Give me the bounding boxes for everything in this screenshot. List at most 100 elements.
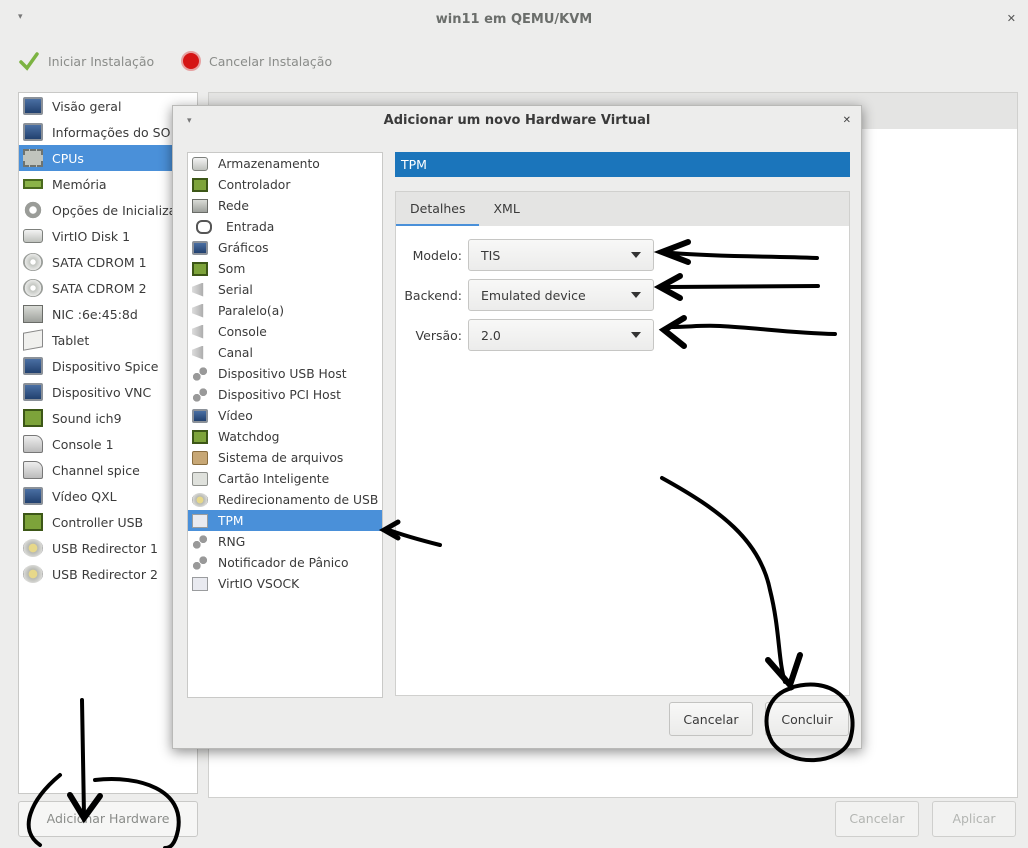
sidebar-item-cdrom-2[interactable]: SATA CDROM 2 (19, 275, 197, 301)
toolbar: Iniciar Instalação Cancelar Instalação (0, 40, 1028, 82)
serial-icon (192, 282, 204, 297)
watchdog-icon (192, 429, 208, 444)
usb-icon (23, 565, 43, 583)
sidebar-item-video-qxl[interactable]: Vídeo QXL (19, 483, 197, 509)
sidebar-item-nic[interactable]: NIC :6e:45:8d (19, 301, 197, 327)
hw-item-console[interactable]: Console (188, 321, 382, 342)
tablet-icon (23, 329, 43, 351)
hw-item-label: Gráficos (218, 240, 269, 255)
monitor-icon (23, 97, 43, 115)
sidebar-item-cpus[interactable]: CPUs (19, 145, 197, 171)
sidebar-item-label: Informações do SO (52, 124, 171, 140)
disk-icon (23, 229, 43, 243)
hw-item-smartcard[interactable]: Cartão Inteligente (188, 468, 382, 489)
dialog-title: Adicionar um novo Hardware Virtual (383, 113, 651, 128)
sidebar-item-label: CPUs (52, 150, 84, 166)
pci-icon (192, 387, 208, 402)
hw-item-input[interactable]: Entrada (188, 216, 382, 237)
mouse-icon (196, 219, 212, 234)
sidebar-item-memory[interactable]: Memória (19, 171, 197, 197)
sidebar-item-cdrom-1[interactable]: SATA CDROM 1 (19, 249, 197, 275)
window-close-icon[interactable]: ✕ (1007, 12, 1016, 25)
hw-item-label: RNG (218, 534, 246, 549)
hw-item-filesystem[interactable]: Sistema de arquivos (188, 447, 382, 468)
cancel-install-label: Cancelar Instalação (209, 53, 333, 69)
sidebar-item-usb-redirector-1[interactable]: USB Redirector 1 (19, 535, 197, 561)
apply-button[interactable]: Aplicar (932, 801, 1016, 837)
dialog-cancel-button[interactable]: Cancelar (669, 702, 753, 736)
dialog-close-icon[interactable]: ✕ (843, 106, 851, 136)
cdrom-icon (23, 253, 43, 271)
sidebar-item-label: Console 1 (52, 436, 114, 452)
start-install-label: Iniciar Instalação (48, 53, 155, 69)
hw-item-tpm[interactable]: TPM (188, 510, 382, 531)
hw-item-watchdog[interactable]: Watchdog (188, 426, 382, 447)
sidebar-item-console[interactable]: Console 1 (19, 431, 197, 457)
monitor-icon (23, 123, 43, 141)
hw-item-label: Cartão Inteligente (218, 471, 330, 486)
hw-item-sound[interactable]: Som (188, 258, 382, 279)
sidebar-item-overview[interactable]: Visão geral (19, 93, 197, 119)
hardware-type-list: Armazenamento Controlador Rede Entrada G… (187, 152, 383, 698)
sidebar-item-sound[interactable]: Sound ich9 (19, 405, 197, 431)
hw-item-usb-redirection[interactable]: Redirecionamento de USB (188, 489, 382, 510)
hw-item-rng[interactable]: RNG (188, 531, 382, 552)
hw-item-label: Serial (218, 282, 253, 297)
sidebar-item-vnc[interactable]: Dispositivo VNC (19, 379, 197, 405)
version-select[interactable]: 2.0 (468, 319, 654, 351)
check-icon (19, 52, 39, 71)
controller-icon (192, 177, 208, 192)
sidebar-item-virtio-disk[interactable]: VirtIO Disk 1 (19, 223, 197, 249)
sidebar-item-spice[interactable]: Dispositivo Spice (19, 353, 197, 379)
tab-xml[interactable]: XML (479, 192, 533, 226)
monitor-icon (192, 240, 208, 255)
hw-item-video[interactable]: Vídeo (188, 405, 382, 426)
sidebar-item-label: Memória (52, 176, 107, 192)
model-select[interactable]: TIS (468, 239, 654, 271)
hw-item-channel[interactable]: Canal (188, 342, 382, 363)
sidebar-item-channel-spice[interactable]: Channel spice (19, 457, 197, 483)
sidebar-item-os-info[interactable]: Informações do SO (19, 119, 197, 145)
sidebar-item-label: SATA CDROM 2 (52, 280, 147, 296)
controller-icon (23, 513, 43, 531)
model-value: TIS (481, 247, 501, 263)
hw-item-graphics[interactable]: Gráficos (188, 237, 382, 258)
hw-item-network[interactable]: Rede (188, 195, 382, 216)
cancel-install-button[interactable]: Cancelar Instalação (181, 48, 332, 74)
monitor-icon (23, 487, 43, 505)
sidebar-item-usb-controller[interactable]: Controller USB (19, 509, 197, 535)
main-cancel-button[interactable]: Cancelar (835, 801, 919, 837)
hw-item-panic-notifier[interactable]: Notificador de Pânico (188, 552, 382, 573)
hw-item-serial[interactable]: Serial (188, 279, 382, 300)
hw-item-label: Entrada (226, 219, 275, 234)
sidebar-item-label: Sound ich9 (52, 410, 122, 426)
add-hardware-dialog: ▾ Adicionar um novo Hardware Virtual ✕ A… (172, 105, 862, 749)
hw-item-storage[interactable]: Armazenamento (188, 153, 382, 174)
backend-value: Emulated device (481, 287, 586, 303)
usb-icon (23, 539, 43, 557)
sidebar-item-usb-redirector-2[interactable]: USB Redirector 2 (19, 561, 197, 587)
hw-item-pci-host[interactable]: Dispositivo PCI Host (188, 384, 382, 405)
sidebar-item-label: Dispositivo VNC (52, 384, 152, 400)
hw-item-controller[interactable]: Controlador (188, 174, 382, 195)
sound-icon (23, 409, 43, 427)
version-row: Versão: 2.0 (396, 318, 654, 352)
tab-details[interactable]: Detalhes (396, 192, 480, 226)
monitor-icon (23, 383, 43, 401)
console-icon (23, 461, 43, 479)
window-title: win11 em QEMU/KVM (435, 12, 593, 27)
sound-icon (192, 261, 208, 276)
sidebar-item-tablet[interactable]: Tablet (19, 327, 197, 353)
add-hardware-button[interactable]: Adicionar Hardware (18, 801, 198, 837)
sidebar-item-boot-options[interactable]: Opções de Inicializa (19, 197, 197, 223)
hw-item-virtio-vsock[interactable]: VirtIO VSOCK (188, 573, 382, 594)
sidebar-item-label: Tablet (52, 332, 90, 348)
hw-item-label: Controlador (218, 177, 291, 192)
folder-icon (192, 450, 208, 465)
start-install-button[interactable]: Iniciar Instalação (18, 48, 154, 74)
backend-select[interactable]: Emulated device (468, 279, 654, 311)
finish-button[interactable]: Concluir (765, 702, 849, 736)
hw-item-usb-host[interactable]: Dispositivo USB Host (188, 363, 382, 384)
backend-row: Backend: Emulated device (396, 278, 654, 312)
hw-item-parallel[interactable]: Paralelo(a) (188, 300, 382, 321)
